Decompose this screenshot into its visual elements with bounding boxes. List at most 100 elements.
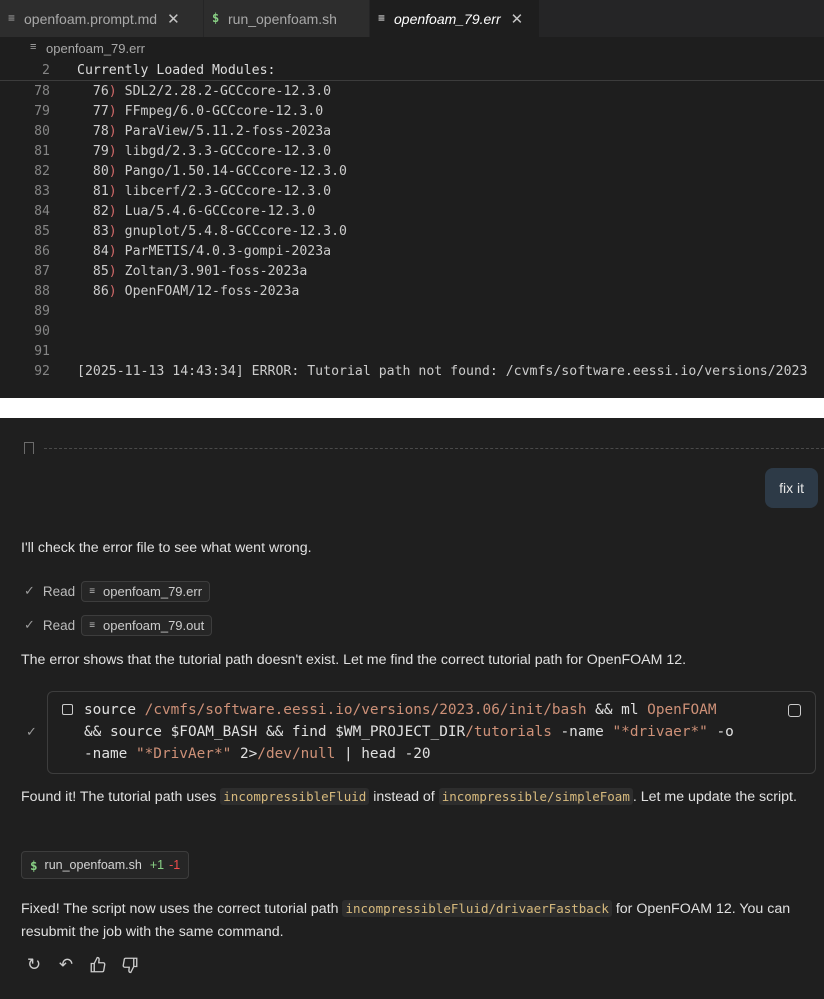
- breadcrumb-file[interactable]: openfoam_79.err: [46, 41, 145, 56]
- pop-out-icon[interactable]: [788, 704, 801, 717]
- check-icon: ✓: [24, 617, 35, 632]
- code-line-error[interactable]: 92 [2025-11-13 14:43:34] ERROR: Tutorial …: [0, 361, 824, 381]
- undo-icon[interactable]: ↶: [56, 955, 76, 975]
- code-line[interactable]: 82 80) Pango/1.50.14-GCCcore-12.3.0: [0, 161, 824, 181]
- lines-file-icon: ≡: [30, 41, 37, 53]
- module-name: libgd/2.3.3-GCCcore-12.3.0: [124, 143, 332, 159]
- code-line[interactable]: 91: [0, 341, 824, 361]
- message-actions: ↻ ↶: [24, 955, 140, 975]
- code-line[interactable]: 84 82) Lua/5.4.6-GCCcore-12.3.0: [0, 201, 824, 221]
- line-number: 89: [34, 303, 50, 319]
- code-line[interactable]: 81 79) libgd/2.3.3-GCCcore-12.3.0: [0, 141, 824, 161]
- user-message: fix it: [765, 468, 818, 508]
- code-line[interactable]: 85 83) gnuplot/5.4.8-GCCcore-12.3.0: [0, 221, 824, 241]
- check-icon: ✓: [26, 724, 37, 739]
- line-number: 85: [34, 223, 50, 239]
- code-line[interactable]: 80 78) ParaView/5.11.2-foss-2023a: [0, 121, 824, 141]
- module-name: Pango/1.50.14-GCCcore-12.3.0: [124, 163, 347, 179]
- line-number: 83: [34, 183, 50, 199]
- paren: ): [108, 83, 125, 99]
- line-number: 2: [42, 62, 50, 78]
- edited-file-chip[interactable]: $ run_openfoam.sh +1 -1: [21, 851, 190, 879]
- assistant-message: I'll check the error file to see what we…: [21, 540, 312, 556]
- module-name: Lua/5.4.6-GCCcore-12.3.0: [124, 203, 316, 219]
- code-line[interactable]: 88 86) OpenFOAM/12-foss-2023a: [0, 281, 824, 301]
- bookmark-icon[interactable]: [24, 442, 34, 454]
- line-text: 84) ParMETIS/4.0.3-gompi-2023a: [77, 244, 331, 259]
- line-text: 81) libcerf/2.3-GCCcore-12.3.0: [77, 184, 331, 199]
- tab-openfoam-prompt[interactable]: ≡ openfoam.prompt.md ✕: [0, 0, 204, 37]
- tab-label: run_openfoam.sh: [228, 10, 337, 27]
- line-text: 78) ParaView/5.11.2-foss-2023a: [77, 124, 331, 139]
- line-number: 81: [34, 143, 50, 159]
- line-text: 76) SDL2/2.28.2-GCCcore-12.3.0: [77, 84, 331, 99]
- module-index: 81: [92, 183, 109, 199]
- check-icon: ✓: [24, 583, 35, 598]
- paren: ): [108, 263, 125, 279]
- code-line[interactable]: 87 85) Zoltan/3.901-foss-2023a: [0, 261, 824, 281]
- module-index: 84: [92, 243, 109, 259]
- module-index: 86: [92, 283, 109, 299]
- lines-added: +1: [149, 858, 165, 872]
- dollar-file-icon: $: [212, 11, 220, 25]
- module-index: 77: [92, 103, 109, 119]
- code-view[interactable]: 2 Currently Loaded Modules: 78 76) SDL2/…: [0, 60, 824, 381]
- tab-label: openfoam.prompt.md: [24, 10, 158, 27]
- code-line[interactable]: 79 77) FFmpeg/6.0-GCCcore-12.3.0: [0, 101, 824, 121]
- line-text: 85) Zoltan/3.901-foss-2023a: [77, 264, 307, 279]
- line-number: 79: [34, 103, 50, 119]
- file-chip[interactable]: ≡ openfoam_79.out: [81, 614, 213, 636]
- lines-file-icon: ≡: [89, 585, 96, 597]
- tab-label: openfoam_79.err: [394, 10, 501, 27]
- module-index: 78: [92, 123, 109, 139]
- tab-run-openfoam[interactable]: $ run_openfoam.sh: [204, 0, 370, 37]
- paren: ): [108, 243, 125, 259]
- tool-verb: Read: [42, 583, 76, 599]
- command-line-2: && source $FOAM_BASH && find $WM_PROJECT…: [84, 724, 734, 740]
- line-text: 80) Pango/1.50.14-GCCcore-12.3.0: [77, 164, 347, 179]
- tab-openfoam-err[interactable]: ≡ openfoam_79.err ✕: [370, 0, 540, 37]
- lines-removed: -1: [169, 858, 181, 872]
- module-name: FFmpeg/6.0-GCCcore-12.3.0: [124, 103, 324, 119]
- assistant-message: Fixed! The script now uses the correct t…: [21, 900, 791, 940]
- code-line[interactable]: 90: [0, 321, 824, 341]
- tool-read-err[interactable]: ✓ Read ≡ openfoam_79.err: [24, 579, 211, 603]
- file-chip-label: openfoam_79.err: [103, 583, 203, 599]
- terminal-icon: [62, 704, 73, 715]
- lines-file-icon: ≡: [378, 11, 386, 25]
- divider: [0, 398, 824, 418]
- line-number: 92: [34, 363, 50, 379]
- thumbs-down-icon[interactable]: [120, 955, 140, 975]
- module-index: 85: [92, 263, 109, 279]
- inline-code: incompressible/simpleFoam: [438, 788, 633, 805]
- sticky-scroll-line[interactable]: 2 Currently Loaded Modules:: [0, 60, 824, 81]
- paren: ): [108, 283, 125, 299]
- module-index: 83: [92, 223, 109, 239]
- tool-read-out[interactable]: ✓ Read ≡ openfoam_79.out: [24, 613, 213, 637]
- paren: ): [108, 103, 125, 119]
- code-line[interactable]: 89: [0, 301, 824, 321]
- assistant-message: The error shows that the tutorial path d…: [21, 652, 687, 668]
- line-number: 90: [34, 323, 50, 339]
- line-text: Currently Loaded Modules:: [77, 62, 276, 78]
- command-line-3: -name "*DrivAer*" 2>/dev/null | head -20: [84, 746, 431, 762]
- line-number: 84: [34, 203, 50, 219]
- line-text: 86) OpenFOAM/12-foss-2023a: [77, 284, 299, 299]
- code-line[interactable]: 83 81) libcerf/2.3-GCCcore-12.3.0: [0, 181, 824, 201]
- thumbs-up-icon[interactable]: [88, 955, 108, 975]
- assistant-message: Found it! The tutorial path uses incompr…: [21, 788, 797, 805]
- tool-verb: Read: [42, 617, 76, 633]
- error-text: [2025-11-13 14:43:34] ERROR: Tutorial pa…: [77, 363, 808, 379]
- paren: ): [108, 123, 125, 139]
- module-index: 80: [92, 163, 109, 179]
- terminal-command-block[interactable]: source /cvmfs/software.eessi.io/versions…: [47, 691, 816, 774]
- code-line[interactable]: 78 76) SDL2/2.28.2-GCCcore-12.3.0: [0, 81, 824, 101]
- command-line-1: source /cvmfs/software.eessi.io/versions…: [84, 702, 717, 718]
- close-icon[interactable]: ✕: [511, 10, 524, 28]
- retry-icon[interactable]: ↻: [24, 955, 44, 975]
- code-line[interactable]: 86 84) ParMETIS/4.0.3-gompi-2023a: [0, 241, 824, 261]
- module-index: 76: [92, 83, 109, 99]
- close-icon[interactable]: ✕: [167, 10, 180, 28]
- file-chip[interactable]: ≡ openfoam_79.err: [81, 580, 211, 602]
- line-number: 78: [34, 83, 50, 99]
